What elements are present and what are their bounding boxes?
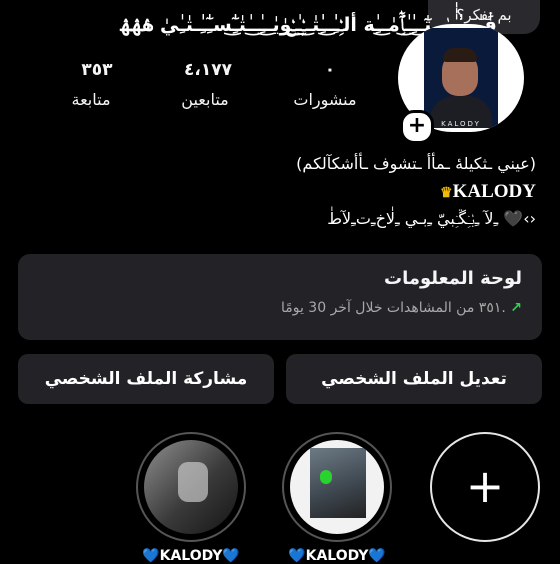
share-profile-button[interactable]: مشاركة الملف الشخصي <box>18 354 274 404</box>
followers-count[interactable]: ٤،١٧٧ <box>163 60 253 80</box>
following-count[interactable]: ٣٥٣ <box>52 60 142 80</box>
highlight-label[interactable]: 💙KALODY💙 <box>272 548 402 564</box>
dashboard-title: لوحة المعلومات <box>384 268 522 289</box>
story-highlight[interactable] <box>282 432 392 542</box>
bio-line-1: (عيني ـثكيلهٔ ـمأأ ـتشوف ـأأشكآلكم) <box>296 154 536 173</box>
plus-icon: + <box>465 459 505 513</box>
highlight-photo <box>310 448 366 518</box>
bio-line-3: ﹻلآ ﹻبٰۛـِۛڱـِۛبيّ ﹻبـي ﹻلٰاخﹻتﹻلآطٰ 🖤‹› <box>327 209 536 228</box>
crown-icon: ♛ <box>440 186 453 201</box>
highlight-label[interactable]: 💙KALODY💙 <box>126 548 256 564</box>
trend-up-arrow-icon: ↗ <box>510 300 522 316</box>
avatar-brand-text: KALODY <box>441 120 481 128</box>
highlight-photo <box>178 462 208 502</box>
bio-name: KALODY <box>452 181 536 202</box>
profile-display-name: فَٰ͜ـِٰـ͜ــِٰـٰٰٰ͜ﮧِٰـ͜ـتٰٓٓـ͜ـِٰٰـٰ͜ﭑِٰ… <box>120 14 497 36</box>
story-highlight[interactable] <box>136 432 246 542</box>
followers-label[interactable]: متابعين <box>160 90 250 109</box>
professional-dashboard-card[interactable]: لوحة المعلومات ٣٥١ من المشاهدات خلال آخر… <box>18 254 542 340</box>
dashboard-views-text: ٣٥١ من المشاهدات خلال آخر 30 يومًا. <box>280 300 506 316</box>
following-label[interactable]: متابعة <box>46 90 136 109</box>
edit-profile-button[interactable]: تعديل الملف الشخصي <box>286 354 542 404</box>
highlight-decoration <box>320 470 332 484</box>
highlight-cover <box>290 440 384 534</box>
dashboard-subtitle: ٣٥١ من المشاهدات خلال آخر 30 يومًا. ↗ <box>281 300 522 316</box>
add-story-plus-icon[interactable]: + <box>400 110 434 144</box>
bio-line-2: ♛KALODY <box>436 181 536 203</box>
avatar-hair <box>443 48 477 62</box>
posts-label[interactable]: منشورات <box>280 90 370 109</box>
highlight-cover <box>144 440 238 534</box>
new-highlight-button[interactable]: + <box>430 432 540 542</box>
posts-count: ٠ <box>324 60 336 80</box>
